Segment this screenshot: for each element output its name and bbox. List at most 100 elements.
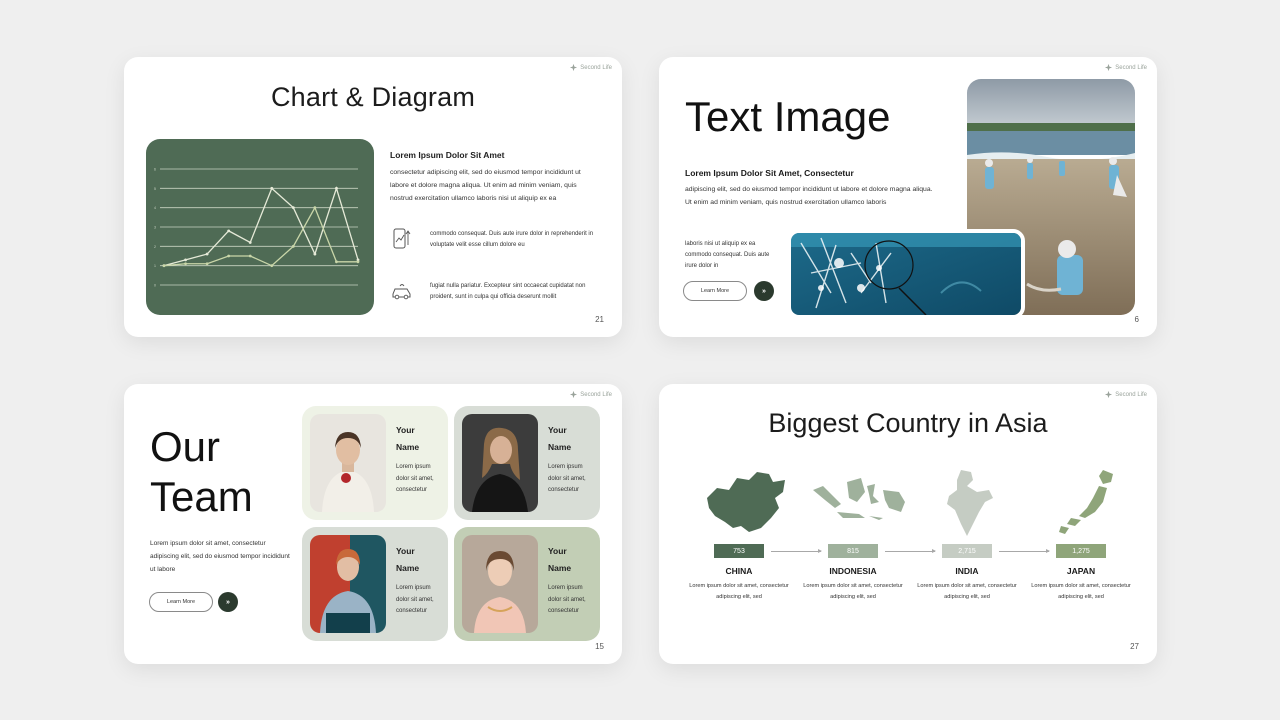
slide-title: Chart & Diagram [270,82,476,112]
data-point [227,229,231,233]
name-line: Your [548,425,567,435]
member-description: Lorem ipsum dolor sit amet, consectetur [396,585,434,614]
page-number: 15 [595,642,604,651]
feature-text: commodo consequat. Duis aute irure dolor… [430,231,594,248]
name-line: Name [396,442,420,452]
country-description: Lorem ipsum dolor sit amet, consectetur … [1031,583,1131,600]
slide-biggest-country-asia[interactable]: Second Life Biggest Country in Asia 753 … [659,384,1157,664]
india-map-icon [947,470,993,536]
name-line: Name [548,563,572,573]
data-point [335,186,338,190]
china-map-icon [707,472,785,532]
team-member-card[interactable]: Your Name Lorem ipsum dolor sit amet, co… [302,527,448,641]
next-arrow-button[interactable]: » [218,592,238,612]
member-name: Your Name [396,422,440,456]
leaf-icon [1105,390,1113,399]
y-tick-label: 2 [154,245,156,249]
country-value: 1,275 [1056,544,1106,558]
page-number: 27 [1130,642,1139,651]
line-chart: 0 1 2 3 4 5 6 [146,139,374,315]
data-point [205,252,209,256]
y-tick-label: 4 [154,206,156,210]
data-point [356,260,360,264]
country-description: Lorem ipsum dolor sit amet, consectetur … [689,583,789,600]
page-number: 21 [595,315,604,324]
brand-logo: Second Life [1104,63,1147,72]
body-text-secondary: laboris nisi ut aliquip ex ea commodo co… [685,241,770,269]
brand-logo: Second Life [1104,390,1147,399]
body-text: Lorem ipsum dolor sit amet, consectetur … [150,540,290,573]
section-heading: Lorem Ipsum Dolor Sit Amet [390,150,505,160]
member-photo [462,414,538,512]
data-point [291,244,295,248]
data-point [248,254,252,258]
connector-arrow [885,549,936,553]
data-point [184,262,187,266]
member-description: Lorem ipsum dolor sit amet, consectetur [548,464,586,493]
data-point [270,264,274,268]
member-photo [462,535,538,633]
car-icon [392,284,411,300]
body-text: adipiscing elit, sed do eiusmod tempor i… [685,186,933,206]
country-name: INDONESIA [829,566,877,576]
name-line: Your [396,546,415,556]
slide-title: Our Team [150,422,253,522]
country-description: Lorem ipsum dolor sit amet, consectetur … [803,583,903,600]
connector-arrow [771,549,822,553]
member-description: Lorem ipsum dolor sit amet, consectetur [548,585,586,614]
chart-svg: 0 1 2 3 4 5 6 [154,168,360,288]
name-line: Name [396,563,420,573]
slide-title: Text Image [685,93,891,140]
title-line: Our [150,423,221,470]
team-member-card[interactable]: Your Name Lorem ipsum dolor sit amet, co… [302,406,448,520]
slide-title: Biggest Country in Asia [768,408,1048,438]
data-point [291,206,295,210]
brand-logo: Second Life [569,63,612,72]
y-tick-label: 6 [154,168,156,172]
data-point [227,254,231,258]
data-point [184,258,187,262]
name-line: Your [396,425,415,435]
name-line: Name [548,442,572,452]
slide-text-image[interactable]: Second Life Text Image Lorem Ipsum Dolor… [659,57,1157,337]
page-number: 6 [1134,315,1139,324]
data-point [248,241,252,244]
feature-item: fugiat nulla pariatur. Excepteur sint oc… [390,279,600,319]
slide-chart-diagram[interactable]: Second Life Chart & Diagram 0 1 2 3 4 5 6 Lore… [124,57,622,337]
country-description: Lorem ipsum dolor sit amet, consectetur … [917,583,1017,600]
data-point [313,252,317,256]
feature-text: fugiat nulla pariatur. Excepteur sint oc… [430,283,586,300]
country-value: 815 [828,544,878,558]
country-name: INDIA [955,566,979,576]
brand-name: Second Life [580,391,612,398]
learn-more-button[interactable]: Learn More [683,281,747,301]
member-photo [310,535,386,633]
data-point [313,206,317,210]
team-member-card[interactable]: Your Name Lorem ipsum dolor sit amet, co… [454,527,600,641]
leaf-icon [570,390,578,399]
data-point [270,186,274,190]
brand-name: Second Life [1115,64,1147,71]
title-line: Team [150,473,253,520]
next-arrow-button[interactable]: » [754,281,774,301]
member-name: Your Name [548,422,592,456]
slide-our-team[interactable]: Second Life Our Team Lorem ipsum dolor s… [124,384,622,664]
feature-item: commodo consequat. Duis aute irure dolor… [390,227,600,267]
data-point [205,262,209,266]
member-description: Lorem ipsum dolor sit amet, consectetur [396,464,434,493]
team-member-card[interactable]: Your Name Lorem ipsum dolor sit amet, co… [454,406,600,520]
leaf-icon [570,63,578,72]
indonesia-map-icon [813,478,905,520]
country-name: CHINA [725,566,753,576]
ocean-plastic-photo [787,229,1025,319]
member-name: Your Name [548,543,592,577]
learn-more-button[interactable]: Learn More [149,592,213,612]
data-point [162,264,166,268]
body-text: consectetur adipiscing elit, sed do eius… [390,169,581,202]
japan-map-icon [1059,470,1113,534]
country-name: JAPAN [1066,566,1096,576]
country-value: 2,715 [942,544,992,558]
y-tick-label: 5 [154,187,156,191]
member-name: Your Name [396,543,440,577]
section-heading: Lorem Ipsum Dolor Sit Amet, Consectetur [685,168,854,178]
